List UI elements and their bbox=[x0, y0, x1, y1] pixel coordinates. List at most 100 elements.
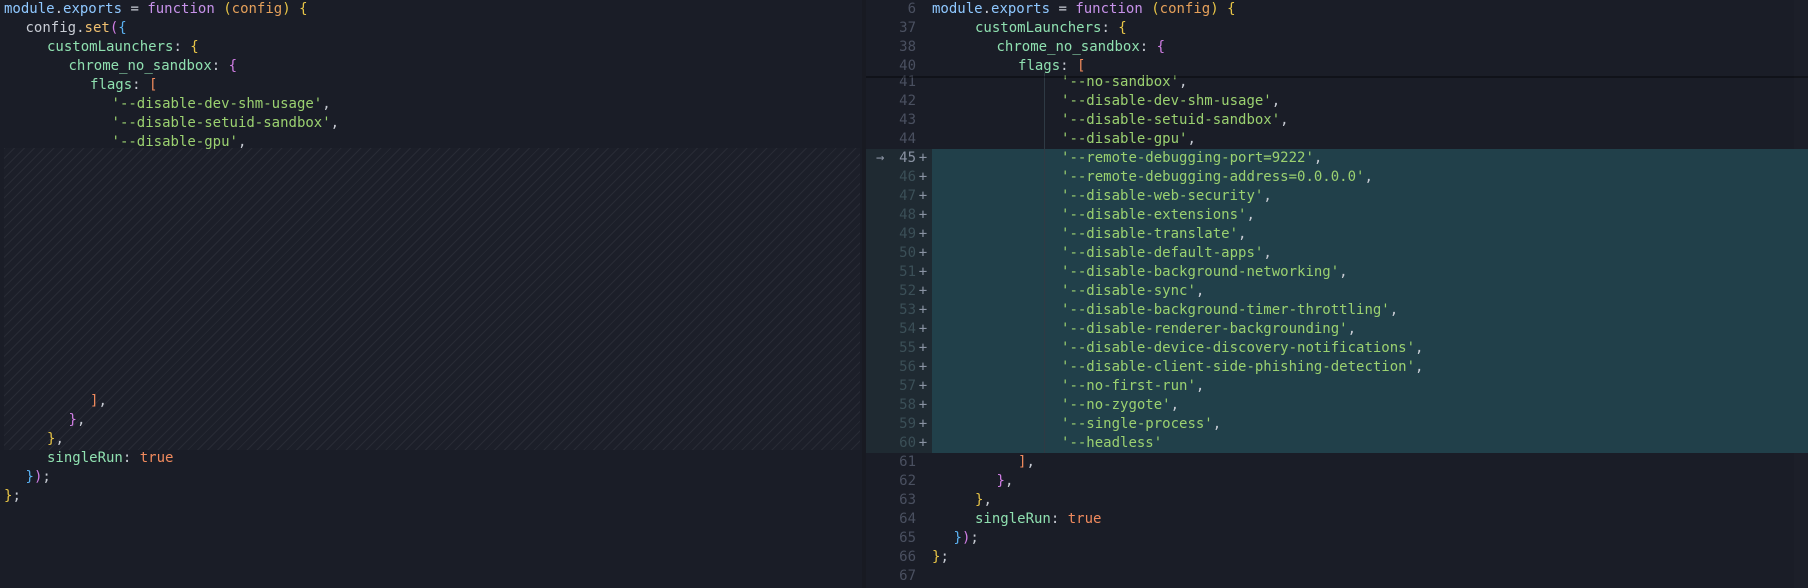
added-code-line[interactable]: 47 + '--disable-web-security', bbox=[866, 187, 1808, 206]
code-token: '--disable-web-security' bbox=[1061, 188, 1264, 204]
code-line[interactable]: config.set({ bbox=[0, 19, 862, 38]
added-marker-icon: + bbox=[918, 416, 928, 432]
code-token: '--headless' bbox=[1061, 435, 1163, 451]
code-text: '--disable-background-networking', bbox=[1061, 263, 1348, 282]
code-token: ( bbox=[109, 20, 119, 36]
code-text: ], bbox=[90, 392, 107, 411]
added-marker-icon: + bbox=[918, 245, 928, 261]
code-text: singleRun: true bbox=[975, 510, 1101, 529]
code-token: singleRun bbox=[47, 450, 123, 466]
code-text: '--disable-client-side-phishing-detectio… bbox=[1061, 358, 1423, 377]
code-text: '--disable-web-security', bbox=[1061, 187, 1272, 206]
line-number: 61 bbox=[899, 454, 916, 470]
code-token: } bbox=[25, 469, 34, 485]
code-text: '--disable-setuid-sandbox', bbox=[112, 114, 340, 133]
code-line[interactable]: 66}; bbox=[866, 548, 1808, 567]
code-text: '--disable-sync', bbox=[1061, 282, 1204, 301]
code-token: config bbox=[1159, 1, 1211, 17]
added-code-line[interactable]: 60 + '--headless' bbox=[866, 434, 1808, 453]
added-code-line[interactable]: 57 + '--no-first-run', bbox=[866, 377, 1808, 396]
original-pane[interactable]: module.exports = function (config) {conf… bbox=[0, 0, 862, 588]
added-marker-icon: + bbox=[918, 188, 928, 204]
added-code-line[interactable]: 53 + '--disable-background-timer-throttlin… bbox=[866, 301, 1808, 320]
code-line[interactable]: '--disable-setuid-sandbox', bbox=[0, 114, 862, 133]
code-token: '--disable-gpu' bbox=[111, 134, 238, 150]
code-line[interactable]: 62}, bbox=[866, 472, 1808, 491]
code-token: exports bbox=[63, 1, 123, 17]
added-code-line[interactable]: 54 + '--disable-renderer-backgrounding', bbox=[866, 320, 1808, 339]
code-token: chrome_no_sandbox bbox=[68, 58, 212, 74]
code-line[interactable]: 65}); bbox=[866, 529, 1808, 548]
added-marker-icon: + bbox=[918, 321, 928, 337]
added-code-line[interactable]: 55 + '--disable-device-discovery-notificat… bbox=[866, 339, 1808, 358]
code-token: } bbox=[68, 412, 77, 428]
code-line[interactable]: flags: [ bbox=[0, 76, 862, 95]
code-token: ) bbox=[1210, 1, 1219, 17]
added-code-line[interactable]: 49 + '--disable-translate', bbox=[866, 225, 1808, 244]
code-line[interactable]: ], bbox=[0, 392, 862, 411]
code-line[interactable]: '--disable-gpu', bbox=[0, 133, 862, 152]
added-code-line[interactable]: 58 + '--no-zygote', bbox=[866, 396, 1808, 415]
code-token: '--disable-dev-shm-usage' bbox=[111, 96, 323, 112]
code-line[interactable]: 44 '--disable-gpu', bbox=[866, 130, 1808, 149]
code-line[interactable]: 42 '--disable-dev-shm-usage', bbox=[866, 92, 1808, 111]
indent-guide bbox=[1043, 73, 1045, 453]
code-token: '--disable-device-discovery-notification… bbox=[1061, 340, 1416, 356]
code-text: '--disable-setuid-sandbox', bbox=[1061, 111, 1289, 130]
code-text: '--remote-debugging-address=0.0.0.0', bbox=[1061, 168, 1373, 187]
code-line[interactable]: 43 '--disable-setuid-sandbox', bbox=[866, 111, 1808, 130]
code-line[interactable]: customLaunchers: { bbox=[0, 38, 862, 57]
code-token: '--no-first-run' bbox=[1061, 378, 1196, 394]
added-code-line[interactable]: 56 + '--disable-client-side-phishing-detec… bbox=[866, 358, 1808, 377]
current-change-arrow-icon[interactable]: → bbox=[876, 149, 884, 168]
added-marker-icon: + bbox=[918, 264, 928, 280]
added-code-line[interactable]: 51 + '--disable-background-networking', bbox=[866, 263, 1808, 282]
sticky-scroll-line[interactable]: 6 module.exports = function (config) { bbox=[866, 0, 1808, 19]
code-line[interactable]: '--disable-dev-shm-usage', bbox=[0, 95, 862, 114]
code-text: }, bbox=[69, 411, 86, 430]
sticky-scroll-line[interactable]: 37 customLaunchers: { bbox=[866, 19, 1808, 38]
code-line[interactable]: 63}, bbox=[866, 491, 1808, 510]
code-line[interactable]: }); bbox=[0, 468, 862, 487]
code-token: , bbox=[1246, 207, 1255, 223]
code-token: , bbox=[76, 412, 86, 428]
code-token: function bbox=[1075, 1, 1143, 17]
added-code-line[interactable]: 46 + '--remote-debugging-address=0.0.0.0', bbox=[866, 168, 1808, 187]
line-number: 48 bbox=[899, 207, 916, 223]
code-line[interactable]: 61], bbox=[866, 453, 1808, 472]
code-line[interactable]: }; bbox=[0, 487, 862, 506]
code-text: '--disable-dev-shm-usage', bbox=[112, 95, 331, 114]
sticky-scroll-line[interactable]: 38 chrome_no_sandbox: { bbox=[866, 38, 1808, 57]
code-line[interactable]: module.exports = function (config) { bbox=[0, 0, 862, 19]
line-number: 55 bbox=[899, 340, 916, 356]
code-line[interactable]: singleRun: true bbox=[0, 449, 862, 468]
code-line[interactable]: }, bbox=[0, 411, 862, 430]
added-code-line[interactable]: 52 + '--disable-sync', bbox=[866, 282, 1808, 301]
code-token: , bbox=[1415, 340, 1424, 356]
added-code-line[interactable]: 50 + '--disable-default-apps', bbox=[866, 244, 1808, 263]
line-number: 50 bbox=[899, 245, 916, 261]
code-token: customLaunchers bbox=[47, 39, 174, 55]
code-token: , bbox=[1187, 131, 1196, 147]
code-token: customLaunchers bbox=[975, 20, 1102, 36]
code-token: '--remote-debugging-port=9222' bbox=[1061, 150, 1314, 166]
code-line[interactable]: chrome_no_sandbox: { bbox=[0, 57, 862, 76]
added-code-line[interactable]: 45 + → '--remote-debugging-port=9222', bbox=[866, 149, 1808, 168]
added-code-line[interactable]: 48 + '--disable-extensions', bbox=[866, 206, 1808, 225]
code-text: customLaunchers: { bbox=[975, 19, 1127, 38]
line-number: 64 bbox=[899, 511, 916, 527]
line-number: 52 bbox=[899, 283, 916, 299]
code-line[interactable]: 64 singleRun: true bbox=[866, 510, 1808, 529]
code-text: }; bbox=[4, 487, 21, 506]
modified-pane[interactable]: 6 module.exports = function (config) {37 c… bbox=[866, 0, 1808, 588]
added-code-line[interactable]: 59 + '--single-process', bbox=[866, 415, 1808, 434]
code-line[interactable]: 67 bbox=[866, 567, 1808, 586]
code-token: , bbox=[1339, 264, 1348, 280]
code-text: '--no-first-run', bbox=[1061, 377, 1204, 396]
code-line[interactable]: }, bbox=[0, 430, 862, 449]
code-token: , bbox=[1195, 283, 1205, 299]
line-number: 60 bbox=[899, 435, 916, 451]
code-token: '--disable-client-side-phishing-detectio… bbox=[1061, 359, 1416, 375]
